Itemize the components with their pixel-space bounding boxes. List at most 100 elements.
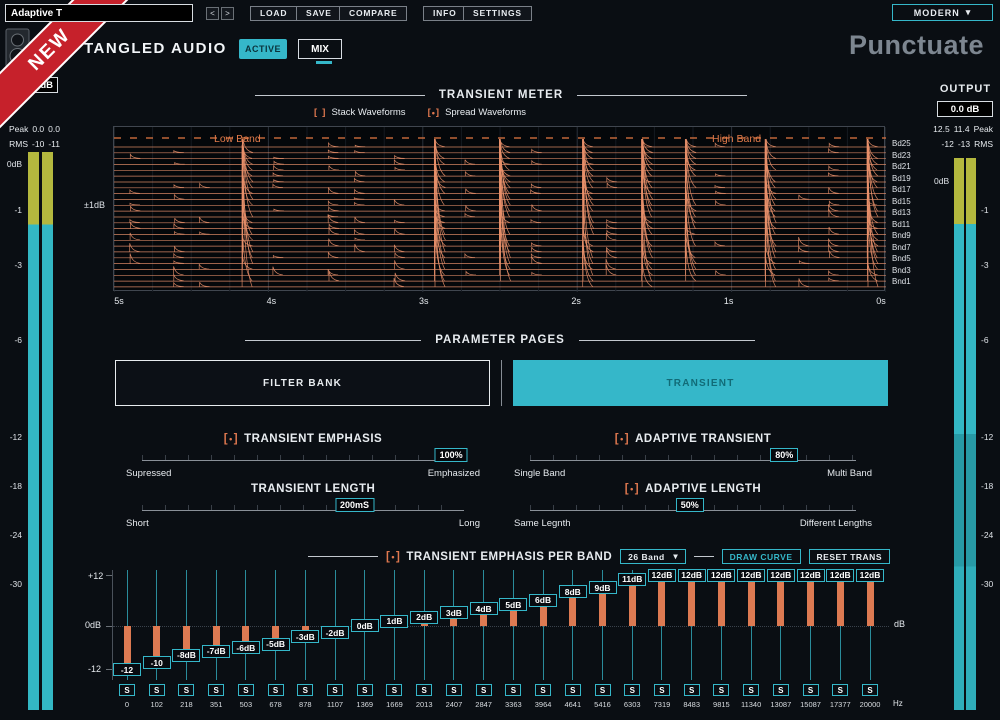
band-gain-bar[interactable] [807,575,815,626]
band-value-label[interactable]: 1dB [380,614,409,628]
preset-next-button[interactable]: > [221,7,234,20]
tab-transient[interactable]: TRANSIENT [513,360,888,406]
transient-emphasis-track[interactable]: 100% [142,448,468,462]
transient-length-value[interactable]: 200mS [335,498,375,512]
info-button[interactable]: INFO [423,6,467,21]
band-solo-button[interactable]: S [713,684,730,696]
band-solo-button[interactable]: S [475,684,492,696]
output-gain-value[interactable]: 0.0 dB [937,101,993,117]
band-gain-bar[interactable] [747,575,755,626]
band-value-label[interactable]: -5dB [261,637,290,651]
band-value-label[interactable]: 12dB [796,568,825,582]
active-toggle-button[interactable]: ACTIVE [239,39,287,59]
band-value-label[interactable]: 12dB [826,568,855,582]
band-value-label[interactable]: 12dB [677,568,706,582]
band-value-label[interactable]: 4dB [469,602,498,616]
transient-emphasis-value[interactable]: 100% [434,448,468,462]
band-solo-button[interactable]: S [832,684,849,696]
adaptive-transient-value[interactable]: 80% [770,448,799,462]
band-solo-button[interactable]: S [386,684,403,696]
band-value-label[interactable]: 0dB [350,619,379,632]
meter-time-label: 5s [114,296,124,306]
skin-select[interactable]: MODERN ▾ [892,4,993,21]
per-band-title: [•] TRANSIENT EMPHASIS PER BAND [386,550,613,563]
band-value-label[interactable]: 12dB [737,568,766,582]
output-peak-label: Peak [973,124,993,134]
band-value-label[interactable]: 12dB [707,568,736,582]
band-slider-track[interactable] [275,570,277,680]
band-value-label[interactable]: 12dB [766,568,795,582]
compare-button[interactable]: COMPARE [339,6,408,21]
settings-button[interactable]: SETTINGS [463,6,532,21]
band-solo-button[interactable]: S [594,684,611,696]
save-button[interactable]: SAVE [296,6,342,21]
input-meter-bar-right [42,152,53,710]
band-gain-bar[interactable] [628,579,636,626]
adaptive-length-track[interactable]: 50% [530,498,856,512]
draw-curve-button[interactable]: DRAW CURVE [721,549,801,564]
band-value-label[interactable]: 11dB [618,572,647,586]
band-gain-bar[interactable] [836,575,844,626]
band-solo-button[interactable]: S [535,684,552,696]
band-gain-bar[interactable] [777,575,785,626]
band-solo-button[interactable]: S [683,684,700,696]
band-value-label[interactable]: -7dB [202,644,231,658]
band-slider-track[interactable] [185,570,187,680]
tab-filter-bank[interactable]: FILTER BANK [115,360,490,406]
band-gain-bar[interactable] [688,575,696,626]
adaptive-length-value[interactable]: 50% [675,498,704,512]
band-slider-track[interactable] [304,570,306,680]
band-solo-button[interactable]: S [327,684,344,696]
band-value-label[interactable]: -3dB [291,630,320,644]
mix-button[interactable]: MIX [298,39,342,59]
band-solo-button[interactable]: S [416,684,433,696]
band-value-label[interactable]: 8dB [558,585,587,599]
band-slider-track[interactable] [215,570,217,680]
band-value-label[interactable]: -6dB [231,641,260,655]
band-solo-button[interactable]: S [772,684,789,696]
band-solo-button[interactable]: S [356,684,373,696]
band-solo-button[interactable]: S [743,684,760,696]
load-button[interactable]: LOAD [250,6,298,21]
band-solo-button[interactable]: S [208,684,225,696]
band-value-label[interactable]: -10 [142,656,171,669]
band-slider-track[interactable] [334,570,336,680]
band-solo-button[interactable]: S [653,684,670,696]
band-solo-button[interactable]: S [624,684,641,696]
band-gain-bar[interactable] [866,575,874,626]
band-solo-button[interactable]: S [445,684,462,696]
band-value-label[interactable]: 12dB [856,568,884,582]
band-slider-track[interactable] [245,570,247,680]
spread-waveforms-toggle[interactable]: [•] Spread Waveforms [428,107,526,118]
band-solo-button[interactable]: S [267,684,284,696]
band-solo-button[interactable]: S [505,684,522,696]
band-solo-button[interactable]: S [802,684,819,696]
band-solo-button[interactable]: S [564,684,581,696]
band-count-select[interactable]: 26 Band ▾ [620,549,687,564]
band-value-label[interactable]: 12dB [647,568,676,582]
input-scale-label: -3 [14,260,22,270]
preset-prev-button[interactable]: < [206,7,219,20]
band-value-label[interactable]: -8dB [172,648,201,662]
band-value-label[interactable]: 9dB [588,581,617,595]
band-value-label[interactable]: -2dB [321,626,350,640]
band-frequency-label: 17377 [829,700,851,709]
band-value-label[interactable]: -12 [113,663,141,677]
band-solo-button[interactable]: S [297,684,314,696]
stack-waveforms-toggle[interactable]: [•] Stack Waveforms [314,107,406,118]
adaptive-transient-track[interactable]: 80% [530,448,856,462]
transient-length-track[interactable]: 200mS [142,498,464,512]
band-solo-button[interactable]: S [119,684,135,696]
band-solo-button[interactable]: S [237,684,254,696]
band-solo-button[interactable]: S [178,684,195,696]
reset-trans-button[interactable]: RESET TRANS [808,549,890,564]
band-value-label[interactable]: 3dB [439,606,468,620]
band-value-label[interactable]: 6dB [529,593,558,607]
band-solo-button[interactable]: S [148,684,165,696]
band-gain-bar[interactable] [658,575,666,626]
band-value-label[interactable]: 2dB [410,610,439,624]
band-value-label[interactable]: 5dB [499,598,528,611]
preset-name-input[interactable] [5,4,193,22]
band-gain-bar[interactable] [717,575,725,626]
band-solo-button[interactable]: S [862,684,878,696]
